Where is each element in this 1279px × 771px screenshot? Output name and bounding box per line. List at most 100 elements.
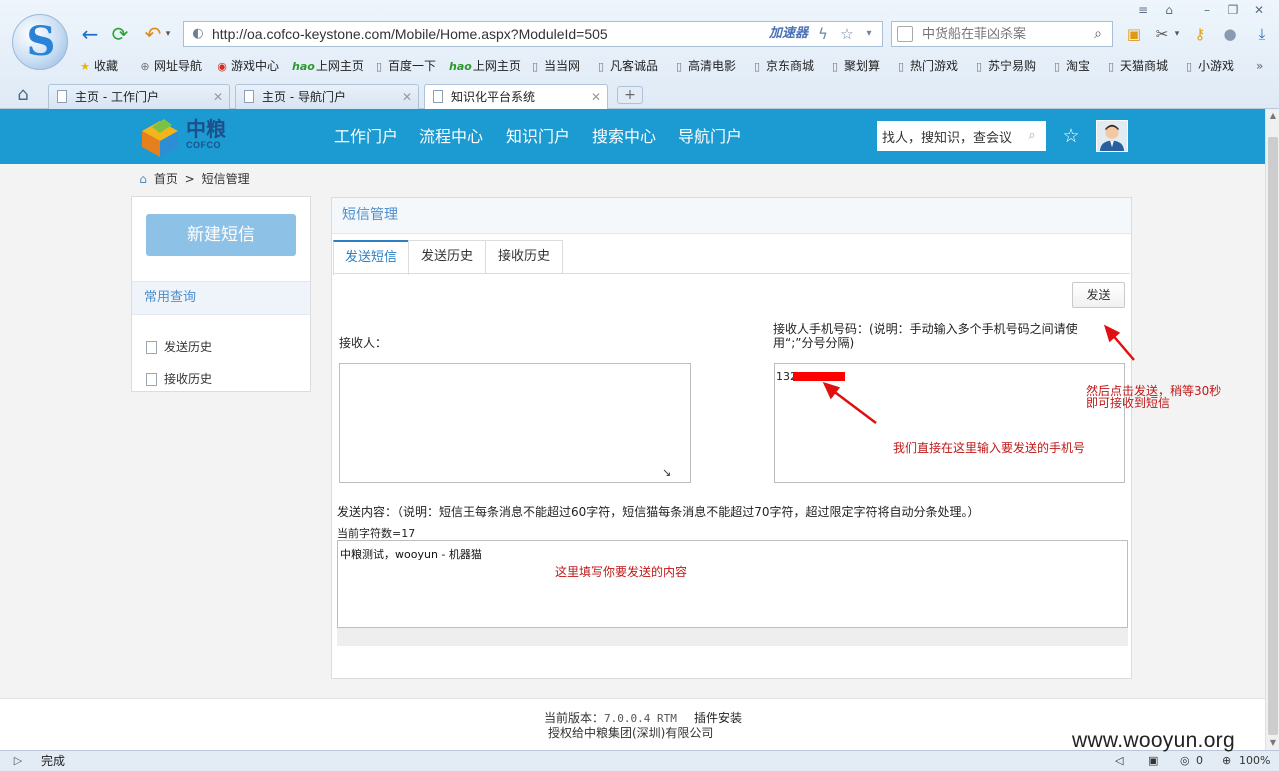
browser-logo-icon: S [12, 14, 68, 70]
chevron-down-icon[interactable]: ▾ [860, 24, 878, 44]
address-bar[interactable]: ◐ http://oa.cofco-keystone.com/Mobile/Ho… [183, 21, 883, 47]
bookmark-item[interactable]: ▯ 当当网 [528, 56, 580, 76]
bookmark-item[interactable]: ▯ 凡客诚品 [594, 56, 658, 76]
back-arrow-icon[interactable]: ← [78, 22, 102, 46]
page-icon [244, 90, 254, 103]
bookmark-item[interactable]: ★ 收藏 [78, 56, 118, 76]
scroll-up-icon[interactable]: ▲ [1266, 109, 1279, 123]
scissors-icon[interactable]: ✂ [1152, 24, 1172, 44]
nav-item[interactable]: 导航门户 [678, 109, 742, 164]
home-icon[interactable]: ⌂ [12, 84, 34, 106]
page-icon: ▯ [1053, 60, 1061, 73]
bookmark-item[interactable]: ◉ 游戏中心 [215, 56, 279, 76]
resize-handle-icon[interactable]: ↘ [662, 467, 672, 478]
home-icon: ⌂ [139, 172, 147, 186]
search-icon[interactable]: ⌕ [1089, 24, 1107, 44]
scissors-dropdown-icon[interactable]: ▾ [1172, 24, 1182, 44]
tab-close-icon[interactable]: ✕ [213, 85, 223, 109]
accelerator-label[interactable]: 加速器 [769, 22, 808, 46]
phone-number-field[interactable]: 132 [774, 363, 1125, 483]
phone-label-line2: 用“;”分号分隔) [773, 336, 855, 350]
zoom-icon[interactable]: ⊕ [1222, 751, 1231, 771]
bookmark-item[interactable]: hao上网主页 [292, 56, 364, 76]
scroll-down-icon[interactable]: ▼ [1266, 736, 1279, 750]
key-icon[interactable]: ⚷ [1190, 24, 1210, 44]
download-icon[interactable]: ⤓ [1252, 24, 1272, 44]
site-search-input[interactable] [882, 126, 1022, 146]
bookmark-item[interactable]: ▯ 淘宝 [1050, 56, 1090, 76]
bookmark-item[interactable]: ▯ 百度一下 [372, 56, 436, 76]
nav-item[interactable]: 搜索中心 [592, 109, 656, 164]
game-icon: ◉ [217, 60, 227, 73]
tab-receive-history[interactable]: 接收历史 [485, 240, 563, 274]
lightning-icon[interactable]: ϟ [814, 24, 832, 44]
new-tab-button[interactable]: + [617, 86, 643, 104]
favorite-star-icon[interactable]: ☆ [1060, 123, 1082, 149]
bookmark-item[interactable]: ▯ 京东商城 [750, 56, 814, 76]
page-icon [57, 90, 67, 103]
document-icon [146, 341, 157, 354]
bookmark-item[interactable]: ▯ 高清电影 [672, 56, 736, 76]
browser-tabs: ⌂ 主页 - 工作门户 ✕ 主页 - 导航门户 ✕ 知识化平台系统 ✕ + [0, 82, 1279, 110]
cofco-logo-icon[interactable] [138, 115, 182, 159]
tab-close-icon[interactable]: ✕ [402, 85, 412, 109]
send-button[interactable]: 发送 [1072, 282, 1125, 308]
breadcrumb-home[interactable]: 首页 [154, 172, 178, 186]
browser-search[interactable]: ⌕ [891, 21, 1113, 47]
message-area: 中粮测试，wooyun - 机器猫 [337, 540, 1128, 646]
nav-item[interactable]: 工作门户 [334, 109, 398, 164]
tab-close-icon[interactable]: ✕ [591, 85, 601, 109]
message-field[interactable]: 中粮测试，wooyun - 机器猫 [337, 540, 1128, 628]
tab-send-sms[interactable]: 发送短信 [333, 240, 409, 275]
sidebar-toggle-icon[interactable]: ▷ [10, 753, 26, 769]
zoom-level[interactable]: 100% [1239, 751, 1270, 771]
page-icon [433, 90, 443, 103]
sidebar: 新建短信 常用查询 发送历史 接收历史 [131, 196, 311, 392]
nav-item[interactable]: 知识门户 [506, 109, 570, 164]
bookmark-item[interactable]: ▯ 热门游戏 [894, 56, 958, 76]
scroll-thumb[interactable] [1268, 137, 1278, 735]
bookmark-item[interactable]: ▯ 聚划算 [828, 56, 880, 76]
recipient-field[interactable]: ↘ [339, 363, 691, 483]
browser-tab-active[interactable]: 知识化平台系统 ✕ [424, 84, 608, 110]
nav-item[interactable]: 流程中心 [419, 109, 483, 164]
menu-icon[interactable]: ≡ [1134, 2, 1152, 18]
minimize-icon[interactable]: – [1198, 2, 1216, 18]
site-search: ⌕ [877, 121, 1046, 151]
logo-chinese-name: 中粮 [186, 117, 226, 141]
more-icon[interactable]: ● [1220, 24, 1240, 44]
bookmark-item[interactable]: ▯ 苏宁易购 [972, 56, 1036, 76]
browser-tab[interactable]: 主页 - 导航门户 ✕ [235, 84, 419, 109]
phone-label-line1: 接收人手机号码：(说明：手动输入多个手机号码之间请使 [773, 322, 1078, 336]
close-icon[interactable]: ✕ [1250, 2, 1268, 18]
bookmark-item[interactable]: hao上网主页 [449, 56, 521, 76]
page-icon: ▯ [375, 60, 383, 73]
more-bookmarks-icon[interactable]: » [1256, 56, 1263, 76]
sidebar-item-send-history[interactable]: 发送历史 [146, 337, 212, 357]
security-icon[interactable]: ◎ [1180, 751, 1190, 771]
new-sms-button[interactable]: 新建短信 [146, 214, 296, 256]
browser-search-input[interactable] [922, 25, 1082, 43]
browser-tab[interactable]: 主页 - 工作门户 ✕ [48, 84, 230, 109]
star-icon[interactable]: ☆ [838, 24, 856, 44]
sidebar-section-title: 常用查询 [132, 281, 310, 315]
skin-icon[interactable]: ⌂ [1160, 2, 1178, 18]
vertical-scrollbar[interactable]: ▲ ▼ [1265, 109, 1279, 750]
extension-icon[interactable]: ▣ [1148, 751, 1158, 771]
bookmark-item[interactable]: ⊕ 网址导航 [138, 56, 202, 76]
bookmark-item[interactable]: ▯ 小游戏 [1182, 56, 1234, 76]
page-icon: ▯ [975, 60, 983, 73]
import-icon[interactable]: ▣ [1124, 24, 1144, 44]
message-text: 中粮测试，wooyun - 机器猫 [340, 548, 482, 561]
undo-dropdown-icon[interactable]: ▾ [163, 22, 173, 46]
undo-icon[interactable]: ↶ [141, 22, 165, 46]
avatar[interactable] [1096, 120, 1128, 152]
bookmark-item[interactable]: ▯ 天猫商城 [1104, 56, 1168, 76]
volume-icon[interactable]: ◁ [1115, 751, 1123, 771]
refresh-icon[interactable]: ⟳ [108, 22, 132, 46]
sidebar-item-receive-history[interactable]: 接收历史 [146, 369, 212, 389]
search-icon[interactable]: ⌕ [1024, 126, 1040, 146]
tab-send-history[interactable]: 发送历史 [408, 240, 486, 274]
restore-icon[interactable]: ❐ [1224, 2, 1242, 18]
address-url[interactable]: http://oa.cofco-keystone.com/Mobile/Home… [212, 22, 608, 46]
